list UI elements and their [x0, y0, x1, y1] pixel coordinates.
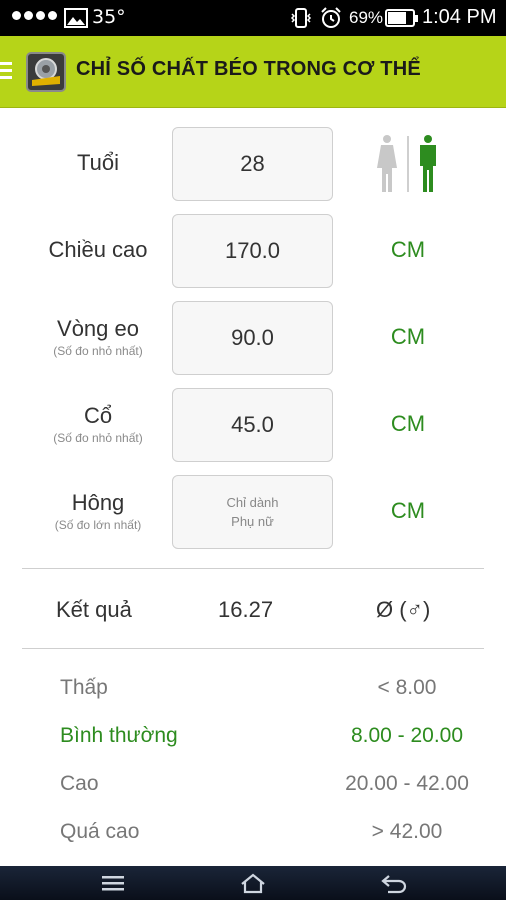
range-name-high: Cao: [60, 772, 99, 795]
gender-selector[interactable]: [376, 134, 442, 194]
range-value-low: < 8.00: [377, 676, 437, 699]
vibrate-icon: [290, 8, 312, 28]
hip-input[interactable]: Chỉ dành Phụ nữ: [172, 475, 333, 549]
status-bar: 35° 69% 1:04 PM: [0, 0, 506, 36]
neck-unit[interactable]: CM: [358, 411, 458, 437]
range-value-high: 20.00 - 42.00: [345, 772, 469, 795]
female-icon[interactable]: [377, 135, 397, 192]
app-title-bar: CHỈ SỐ CHẤT BÉO TRONG CƠ THỂ: [0, 36, 506, 108]
range-name-low: Thấp: [60, 676, 108, 699]
divider: [22, 568, 484, 569]
hip-label: Hông (Số đo lớn nhất): [0, 490, 196, 532]
signal-icon: [12, 11, 57, 20]
waist-unit[interactable]: CM: [358, 324, 458, 350]
clock: 1:04 PM: [422, 6, 497, 28]
height-input[interactable]: 170.0: [172, 214, 333, 288]
range-name-very-high: Quá cao: [60, 820, 140, 843]
battery-percent: 69%: [349, 8, 384, 27]
waist-sublabel: (Số đo nhỏ nhất): [53, 344, 143, 358]
range-name-normal: Bình thường: [60, 724, 178, 747]
alarm-icon: [321, 7, 341, 28]
system-nav-bar: [0, 866, 506, 900]
age-input[interactable]: 28: [172, 127, 333, 201]
neck-sublabel: (Số đo nhỏ nhất): [53, 431, 143, 445]
neck-input[interactable]: 45.0: [172, 388, 333, 462]
height-unit[interactable]: CM: [358, 237, 458, 263]
battery-icon: [385, 9, 418, 27]
gallery-icon: [64, 8, 88, 28]
range-value-very-high: > 42.00: [371, 820, 443, 843]
menu-icon[interactable]: [0, 62, 12, 83]
app-logo-icon[interactable]: [26, 52, 66, 92]
result-label: Kết quả: [56, 597, 132, 622]
hip-sublabel: (Số đo lớn nhất): [54, 518, 142, 532]
neck-label: Cổ (Số đo nhỏ nhất): [0, 403, 196, 445]
hip-unit[interactable]: CM: [358, 498, 458, 524]
waist-input[interactable]: 90.0: [172, 301, 333, 375]
recent-apps-icon[interactable]: [100, 872, 126, 894]
waist-label: Vòng eo (Số đo nhỏ nhất): [0, 316, 196, 358]
temperature-text: 35°: [92, 6, 126, 28]
divider: [22, 648, 484, 649]
result-classification: Ø (♂): [376, 597, 431, 622]
back-icon[interactable]: [380, 872, 408, 894]
hip-placeholder-line1: Chỉ dành: [226, 495, 279, 510]
page-title: CHỈ SỐ CHẤT BÉO TRONG CƠ THỂ: [76, 58, 421, 80]
hip-placeholder-line2: Phụ nữ: [231, 514, 274, 529]
home-icon[interactable]: [239, 872, 267, 894]
range-value-normal: 8.00 - 20.00: [350, 724, 464, 747]
height-label: Chiều cao: [48, 237, 148, 262]
result-value: 16.27: [218, 597, 274, 622]
male-icon[interactable]: [420, 135, 436, 192]
age-label: Tuổi: [77, 150, 119, 175]
